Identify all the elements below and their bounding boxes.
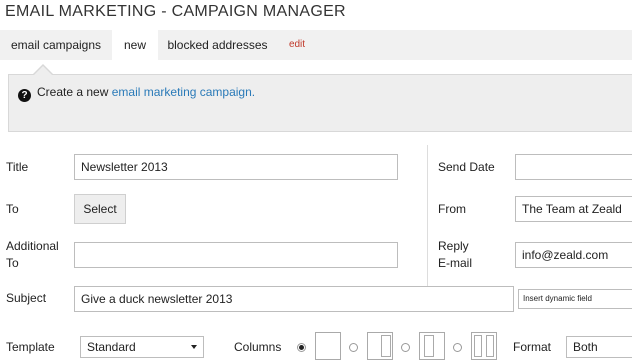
columns-2-radio[interactable] [349,343,358,352]
columns-1-radio[interactable] [297,343,306,352]
three-column-icon[interactable] [419,332,445,360]
column-bar [424,335,434,357]
template-select[interactable]: Standard [80,336,204,358]
additional-to-input[interactable] [74,242,398,268]
additional-to-label-line1: Additional [6,239,59,253]
additional-to-label-line2: To [6,256,19,270]
column-divider [427,145,428,293]
info-message: Create a new email marketing campaign. [37,85,255,99]
chevron-down-icon [191,345,197,349]
from-label: From [438,202,466,216]
one-column-icon[interactable] [315,332,341,360]
tab-new[interactable]: new [112,30,158,60]
tab-email-campaigns[interactable]: email campaigns [0,30,112,60]
subject-input[interactable] [74,286,514,312]
format-select[interactable]: Both [566,336,632,358]
tab-blocked-addresses[interactable]: blocked addresses [160,30,275,60]
title-label: Title [6,160,29,174]
to-label: To [6,202,19,216]
four-column-icon[interactable] [471,332,497,360]
columns-label: Columns [234,340,282,354]
template-label: Template [6,340,55,354]
subject-label: Subject [6,291,47,305]
title-input[interactable] [74,154,398,180]
column-bar [381,335,391,357]
columns-4-radio[interactable] [453,343,462,352]
send-date-label: Send Date [438,160,495,174]
info-prefix: Create a new [37,85,112,99]
create-campaign-link[interactable]: email marketing campaign. [112,85,255,99]
two-column-icon[interactable] [367,332,393,360]
info-pointer-fill [34,66,52,75]
reply-email-label-line2: E-mail [438,256,473,270]
info-panel [8,74,632,132]
send-date-input[interactable] [515,154,632,180]
reply-email-label-line1: Reply [438,239,469,253]
column-bar [486,335,494,357]
template-select-value: Standard [87,340,136,354]
tab-bar: email campaigns new blocked addresses ed… [0,30,632,60]
reply-email-input[interactable] [515,242,632,268]
select-recipients-button[interactable]: Select [74,194,126,224]
column-bar [474,335,482,357]
tab-edit[interactable]: edit [282,30,312,60]
columns-3-radio[interactable] [401,343,410,352]
insert-dynamic-field-select[interactable]: Insert dynamic field [518,289,632,309]
page-title: EMAIL MARKETING - CAMPAIGN MANAGER [5,3,346,20]
format-label: Format [513,340,552,354]
from-input[interactable] [515,196,632,222]
help-icon: ? [18,89,31,102]
